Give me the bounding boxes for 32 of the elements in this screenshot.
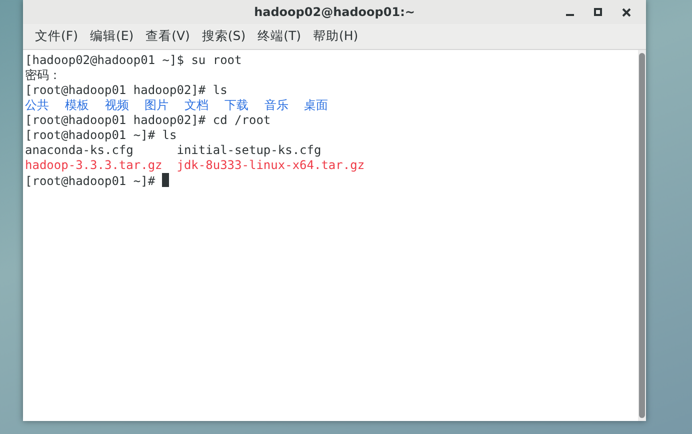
menu-item[interactable]: 文件(F) [29, 24, 84, 49]
scrollbar-thumb[interactable] [639, 53, 645, 418]
menu-item[interactable]: 搜索(S) [196, 24, 252, 49]
directory-name: 文档 [184, 98, 209, 113]
close-icon [622, 8, 630, 16]
command-text: cd /root [212, 113, 271, 127]
file-name: jdk-8u333-linux-x64.tar.gz [176, 158, 365, 173]
shell-prompt: [hadoop02@hadoop01 ~]$ [25, 53, 184, 67]
file-name: hadoop-3.3.3.tar.gz [25, 158, 162, 173]
file-name: initial-setup-ks.cfg [176, 143, 322, 158]
maximize-icon [594, 8, 602, 16]
menu-item[interactable]: 终端(T) [252, 24, 308, 49]
shell-prompt: [root@hadoop01 ~]# [25, 174, 156, 188]
shell-prompt: [root@hadoop01 hadoop02]# [25, 113, 206, 127]
output-text: 密码： [25, 68, 61, 82]
menu-item[interactable]: 帮助(H) [307, 24, 364, 49]
command-text: ls [212, 83, 228, 97]
menu-item[interactable]: 编辑(E) [84, 24, 140, 49]
directory-name: 视频 [104, 98, 129, 113]
directory-name: 音乐 [264, 98, 288, 113]
directory-name: 模板 [64, 98, 89, 113]
command-text: ls [162, 128, 177, 142]
directory-name: 桌面 [304, 98, 328, 113]
directory-name: 图片 [144, 98, 169, 113]
directory-name: 公共 [25, 98, 49, 113]
shell-prompt: [root@hadoop01 ~]# [25, 128, 156, 142]
window-title: hadoop02@hadoop01:~ [254, 4, 415, 21]
command-text: su root [191, 53, 242, 67]
file-name: anaconda-ks.cfg [25, 143, 134, 158]
directory-name: 下载 [224, 98, 248, 113]
menu-item[interactable]: 查看(V) [140, 24, 196, 49]
shell-prompt: [root@hadoop01 hadoop02]# [25, 83, 206, 97]
